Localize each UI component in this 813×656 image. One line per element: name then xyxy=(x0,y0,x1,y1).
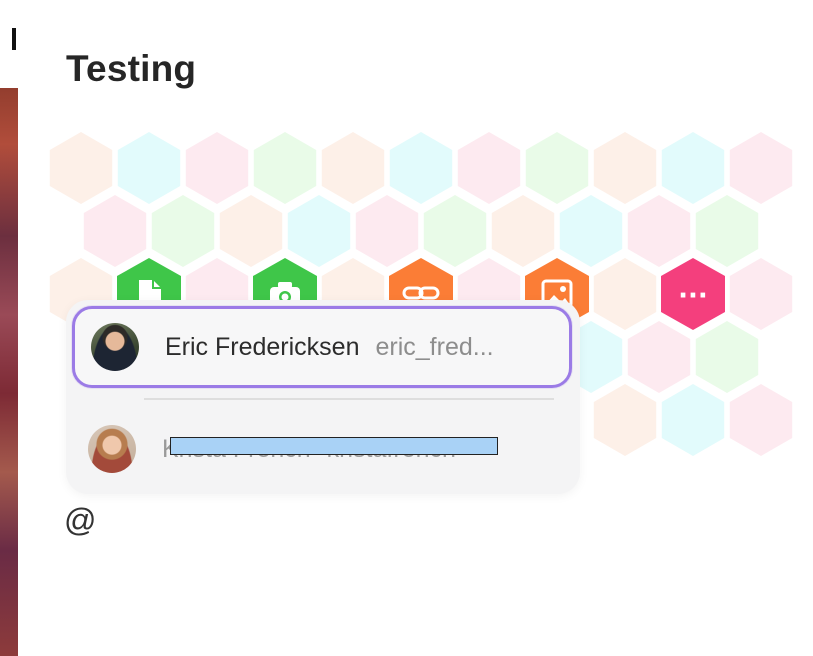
decorative-hexagon xyxy=(593,132,657,204)
decorative-hexagon xyxy=(117,132,181,204)
mention-suggestions-popup: Eric Fredericksen eric_fred... Krista Fr… xyxy=(66,300,580,494)
mention-name: Eric Fredericksen xyxy=(165,332,360,361)
decorative-hexagon xyxy=(423,195,487,267)
decorative-hexagon xyxy=(627,195,691,267)
decorative-hexagon xyxy=(389,132,453,204)
decorative-hexagon xyxy=(593,384,657,456)
decorative-hexagon xyxy=(491,195,555,267)
decorative-hexagon xyxy=(661,384,725,456)
decorative-hexagon xyxy=(729,258,793,330)
decorative-hexagon xyxy=(151,195,215,267)
decorative-hexagon xyxy=(559,195,623,267)
decorative-hexagon xyxy=(219,195,283,267)
avatar xyxy=(91,323,139,371)
decorative-hexagon xyxy=(321,132,385,204)
decorative-hexagon xyxy=(695,321,759,393)
decorative-hexagon xyxy=(729,132,793,204)
avatar xyxy=(88,425,136,473)
decorative-hexagon xyxy=(729,384,793,456)
decorative-hexagon xyxy=(525,132,589,204)
decorative-hexagon xyxy=(457,132,521,204)
decorative-hexagon xyxy=(287,195,351,267)
decorative-hexagon xyxy=(185,132,249,204)
mention-option-eric[interactable]: Eric Fredericksen eric_fred... xyxy=(72,306,572,388)
decorative-hexagon xyxy=(253,132,317,204)
more-options-button[interactable]: ··· xyxy=(661,258,725,330)
divider xyxy=(144,398,554,400)
decorative-hexagon xyxy=(661,132,725,204)
mention-handle: eric_fred... xyxy=(375,332,494,361)
decorative-hexagon xyxy=(593,258,657,330)
more-icon: ··· xyxy=(678,281,708,311)
decorative-hexagon xyxy=(83,195,147,267)
composer-input[interactable]: @ xyxy=(64,502,96,539)
decorative-hexagon xyxy=(695,195,759,267)
decorative-hexagon xyxy=(49,132,113,204)
redaction-bar xyxy=(170,437,498,455)
decorative-hexagon xyxy=(355,195,419,267)
decorative-hexagon xyxy=(627,321,691,393)
